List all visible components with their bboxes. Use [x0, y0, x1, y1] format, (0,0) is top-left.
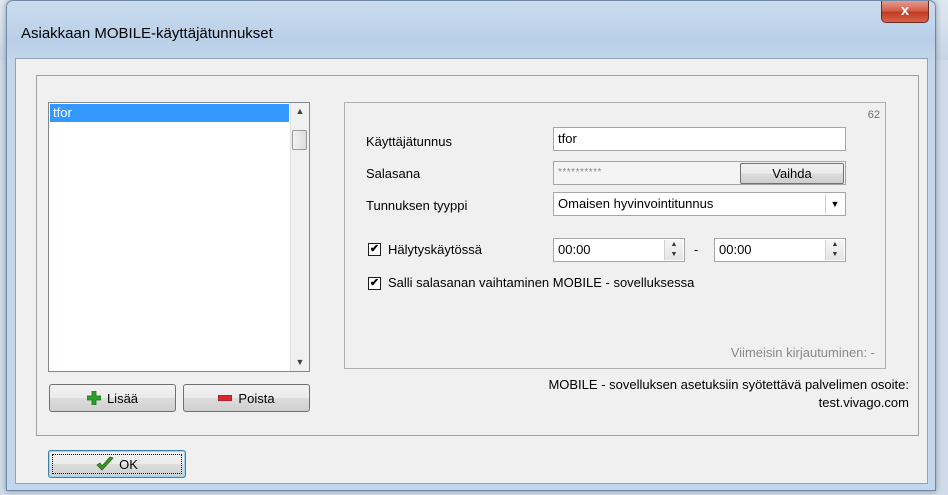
user-list[interactable]: tfor ▲ ▼ [48, 102, 310, 372]
add-button[interactable]: Lisää [49, 384, 176, 412]
username-input[interactable]: tfor [553, 127, 846, 151]
add-button-label: Lisää [106, 390, 139, 406]
scroll-up-arrow-icon[interactable]: ▲ [291, 103, 309, 120]
chevron-down-icon[interactable]: ▼ [825, 194, 844, 214]
alarm-end-time[interactable]: 00:00 ▲ ▼ [714, 238, 846, 262]
ok-button-focus: OK [52, 454, 182, 474]
change-password-button[interactable]: Vaihda [740, 163, 844, 184]
spin-up-icon[interactable]: ▲ [826, 240, 844, 250]
alarm-end-value: 00:00 [719, 242, 752, 257]
spin-down-icon[interactable]: ▼ [665, 250, 683, 260]
spin-down-icon[interactable]: ▼ [826, 250, 844, 260]
dialog-client-area: tfor ▲ ▼ Lisää Poista 62 Käyttäjätunnus … [15, 58, 928, 484]
alarm-start-spinner[interactable]: ▲ ▼ [664, 240, 683, 260]
username-label: Käyttäjätunnus [366, 134, 453, 149]
dialog-window: Asiakkaan MOBILE-käyttäjätunnukset x tfo… [6, 0, 936, 491]
alarm-end-spinner[interactable]: ▲ ▼ [825, 240, 844, 260]
alarm-label: Hälytyskäytössä [388, 242, 482, 257]
scroll-down-arrow-icon[interactable]: ▼ [291, 354, 309, 371]
user-details-panel: 62 Käyttäjätunnus tfor Salasana ********… [344, 102, 886, 369]
password-label: Salasana [366, 166, 421, 181]
alarm-start-value: 00:00 [558, 242, 591, 257]
alarm-start-time[interactable]: 00:00 ▲ ▼ [553, 238, 685, 262]
ok-button[interactable]: OK [48, 450, 186, 478]
id-code: 62 [867, 109, 880, 121]
server-address: test.vivago.com [818, 395, 909, 410]
type-dropdown-value: Omaisen hyvinvointitunnus [558, 196, 714, 211]
list-scrollbar[interactable]: ▲ ▼ [290, 103, 309, 371]
plus-icon [86, 391, 101, 405]
scroll-thumb[interactable] [292, 130, 307, 150]
last-login-text: Viimeisin kirjautuminen: - [730, 345, 875, 360]
remove-button-label: Poista [238, 390, 275, 406]
list-item-selected[interactable]: tfor [50, 104, 289, 122]
close-icon: x [900, 2, 910, 19]
type-label: Tunnuksen tyyppi [366, 198, 468, 213]
close-button[interactable]: x [881, 1, 929, 23]
title-bar[interactable]: Asiakkaan MOBILE-käyttäjätunnukset x [7, 1, 935, 59]
server-address-label: MOBILE - sovelluksen asetuksiin syötettä… [548, 377, 909, 392]
checkmark-icon [96, 456, 114, 471]
spin-up-icon[interactable]: ▲ [665, 240, 683, 250]
type-dropdown[interactable]: Omaisen hyvinvointitunnus ▼ [553, 192, 846, 216]
ok-button-label: OK [119, 456, 138, 472]
allow-change-label: Salli salasanan vaihtaminen MOBILE - sov… [388, 275, 695, 290]
time-separator: - [694, 242, 699, 257]
remove-button[interactable]: Poista [183, 384, 310, 412]
minus-icon [218, 395, 233, 401]
window-title: Asiakkaan MOBILE-käyttäjätunnukset [21, 25, 273, 42]
allow-change-checkbox[interactable]: ✔ [368, 277, 381, 290]
alarm-checkbox[interactable]: ✔ [368, 243, 381, 256]
